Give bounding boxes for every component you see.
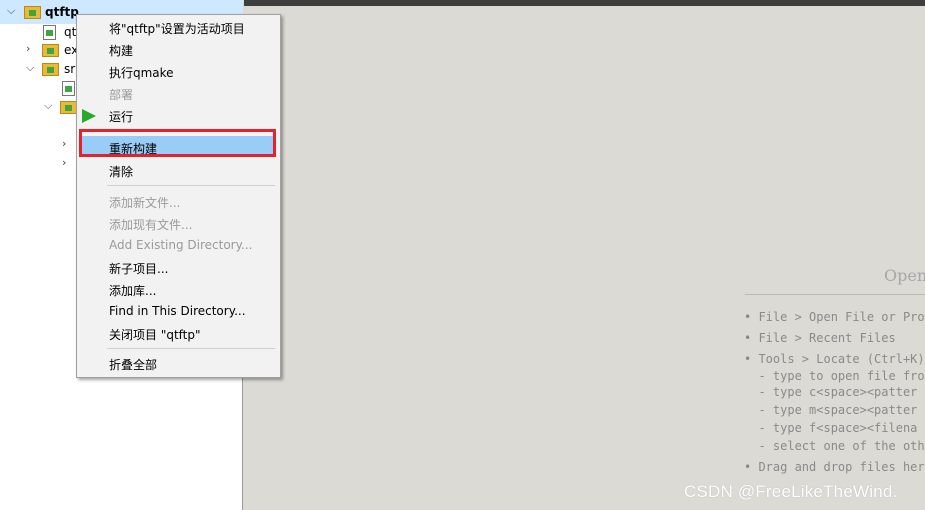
hint-type-f: - type f<space><filena	[744, 421, 918, 435]
folder-icon	[60, 101, 77, 114]
menu-item-collapse-all[interactable]: 折叠全部	[109, 356, 157, 373]
chevron-right-icon[interactable]: ›	[62, 156, 66, 169]
tree-item-label: sr	[64, 62, 76, 76]
run-icon	[82, 109, 96, 123]
menu-item-find-in-directory[interactable]: Find in This Directory...	[109, 304, 246, 318]
chevron-right-icon[interactable]: ›	[62, 137, 66, 150]
menu-item-clean[interactable]: 清除	[109, 163, 133, 180]
menu-item-add-new-file: 添加新文件...	[109, 196, 181, 210]
project-folder-icon	[24, 6, 41, 19]
divider	[745, 294, 925, 295]
menu-item-build[interactable]: 构建	[109, 42, 133, 59]
hint-drag-drop: • Drag and drop files here	[744, 460, 925, 474]
editor-top-bar	[244, 0, 925, 6]
menu-item-run-qmake[interactable]: 执行qmake	[109, 64, 174, 81]
menu-item-new-subproject[interactable]: 新子项目...	[109, 260, 168, 277]
menu-item-add-library[interactable]: 添加库...	[109, 282, 156, 299]
menu-separator	[107, 348, 275, 349]
hint-type-open: - type to open file from	[744, 369, 925, 383]
chevron-down-icon[interactable]: ⌵	[44, 99, 52, 113]
menu-item-add-existing-files: 添加现有文件...	[109, 218, 193, 232]
hint-type-c: - type c<space><patter	[744, 385, 918, 399]
menu-item-run[interactable]: 运行	[109, 108, 133, 125]
menu-separator	[107, 185, 275, 186]
folder-icon	[42, 63, 59, 76]
tree-root-label: qtftp	[45, 5, 79, 19]
chevron-down-icon[interactable]: ⌵	[26, 61, 34, 75]
chevron-right-icon[interactable]: ›	[26, 42, 30, 55]
chevron-down-icon[interactable]: ⌵	[7, 4, 15, 18]
context-menu[interactable]: 将"qtftp"设置为活动项目 构建 执行qmake 部署 运行 重新构建 清除…	[76, 14, 281, 378]
open-heading: Open	[884, 266, 925, 285]
annotation-highlight-box	[79, 129, 276, 157]
menu-item-deploy: 部署	[109, 88, 134, 102]
editor-area: Open • File > Open File or Proj • File >…	[244, 0, 925, 510]
pro-file-icon	[62, 81, 75, 96]
pro-file-icon	[43, 25, 56, 40]
watermark-text: CSDN @FreeLikeTheWind.	[684, 482, 898, 501]
tree-item-label: qt	[64, 25, 77, 39]
menu-item-add-existing-directory: Add Existing Directory...	[109, 238, 253, 252]
menu-item-close-project[interactable]: 关闭项目 "qtftp"	[109, 326, 201, 343]
hint-type-m: - type m<space><patter	[744, 403, 918, 417]
hint-select-other: - select one of the othe	[744, 439, 925, 453]
hint-recent-files: • File > Recent Files	[744, 331, 896, 345]
hint-open-file: • File > Open File or Proj	[744, 310, 925, 324]
hint-locate: • Tools > Locate (Ctrl+K)	[744, 352, 925, 366]
menu-item-set-active-project[interactable]: 将"qtftp"设置为活动项目	[109, 20, 245, 37]
folder-icon	[42, 44, 59, 57]
